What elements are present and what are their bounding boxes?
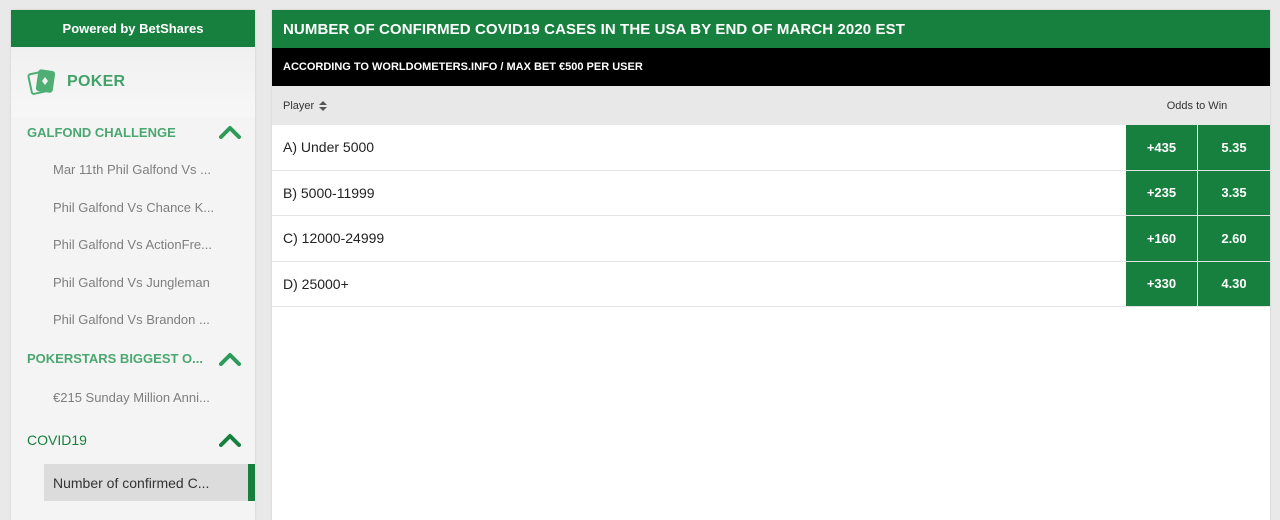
chevron-up-icon[interactable] (219, 432, 241, 448)
odds-american-button[interactable]: +160 (1125, 216, 1197, 261)
table-row: D) 25000+ +330 4.30 (272, 261, 1270, 307)
outcome-label: B) 5000-11999 (283, 184, 375, 201)
odds-american-button[interactable]: +330 (1125, 261, 1197, 306)
sidebar-section-poker[interactable]: POKER (11, 47, 255, 117)
odds-decimal-button[interactable]: 5.35 (1197, 125, 1270, 170)
table-row: C) 12000-24999 +160 2.60 (272, 216, 1270, 262)
category-pokerstars[interactable]: POKERSTARS BIGGEST O... (11, 339, 255, 379)
sidebar-section-label: POKER (67, 73, 126, 90)
table-row: B) 5000-11999 +235 3.35 (272, 170, 1270, 216)
player-column-label: Player (283, 99, 315, 112)
outcome-label: C) 12000-24999 (283, 230, 385, 247)
category-label: POKERSTARS BIGGEST O... (27, 351, 204, 366)
market-title: NUMBER OF CONFIRMED COVID19 CASES IN THE… (272, 10, 1270, 48)
category-label: GALFOND CHALLENGE (27, 124, 176, 140)
odds-american-button[interactable]: +435 (1125, 125, 1197, 170)
sidebar-item-active[interactable]: Number of confirmed C... (44, 464, 255, 501)
sidebar-item[interactable]: Phil Galfond Vs ActionFre... (11, 226, 255, 264)
table-header: Player Odds to Win (272, 86, 1270, 125)
player-column-header[interactable]: Player (272, 100, 328, 112)
sidebar-header: Powered by BetShares (11, 10, 255, 47)
sidebar-item[interactable]: Mar 11th Phil Galfond Vs ... (11, 151, 255, 189)
sidebar-item[interactable]: €215 Sunday Million Anni... (11, 379, 255, 417)
outcome-label: D) 25000+ (283, 275, 349, 292)
sort-icon[interactable] (318, 100, 328, 112)
category-galfond-challenge[interactable]: GALFOND CHALLENGE (11, 113, 255, 151)
table-row: A) Under 5000 +435 5.35 (272, 125, 1270, 171)
category-covid19[interactable]: COVID19 (11, 416, 255, 464)
odds-decimal-button[interactable]: 4.30 (1197, 261, 1270, 306)
sidebar-item[interactable]: Phil Galfond Vs Chance K... (11, 189, 255, 227)
category-label: COVID19 (27, 432, 87, 448)
odds-column-header: Odds to Win (1166, 99, 1228, 112)
odds-decimal-button[interactable]: 3.35 (1197, 170, 1270, 215)
sidebar: Powered by BetShares POKER GALFOND CHALL… (11, 10, 255, 520)
odds-decimal-button[interactable]: 2.60 (1197, 216, 1270, 261)
chevron-up-icon[interactable] (219, 124, 241, 140)
playing-cards-icon (27, 67, 57, 97)
chevron-up-icon[interactable] (219, 351, 241, 367)
market-panel: NUMBER OF CONFIRMED COVID19 CASES IN THE… (272, 10, 1270, 520)
sidebar-item[interactable]: Phil Galfond Vs Jungleman (11, 264, 255, 302)
market-subtitle: ACCORDING TO WORLDOMETERS.INFO / MAX BET… (272, 48, 1270, 86)
outcome-label: A) Under 5000 (283, 139, 375, 156)
odds-american-button[interactable]: +235 (1125, 170, 1197, 215)
sidebar-item[interactable]: Phil Galfond Vs Brandon ... (11, 301, 255, 339)
